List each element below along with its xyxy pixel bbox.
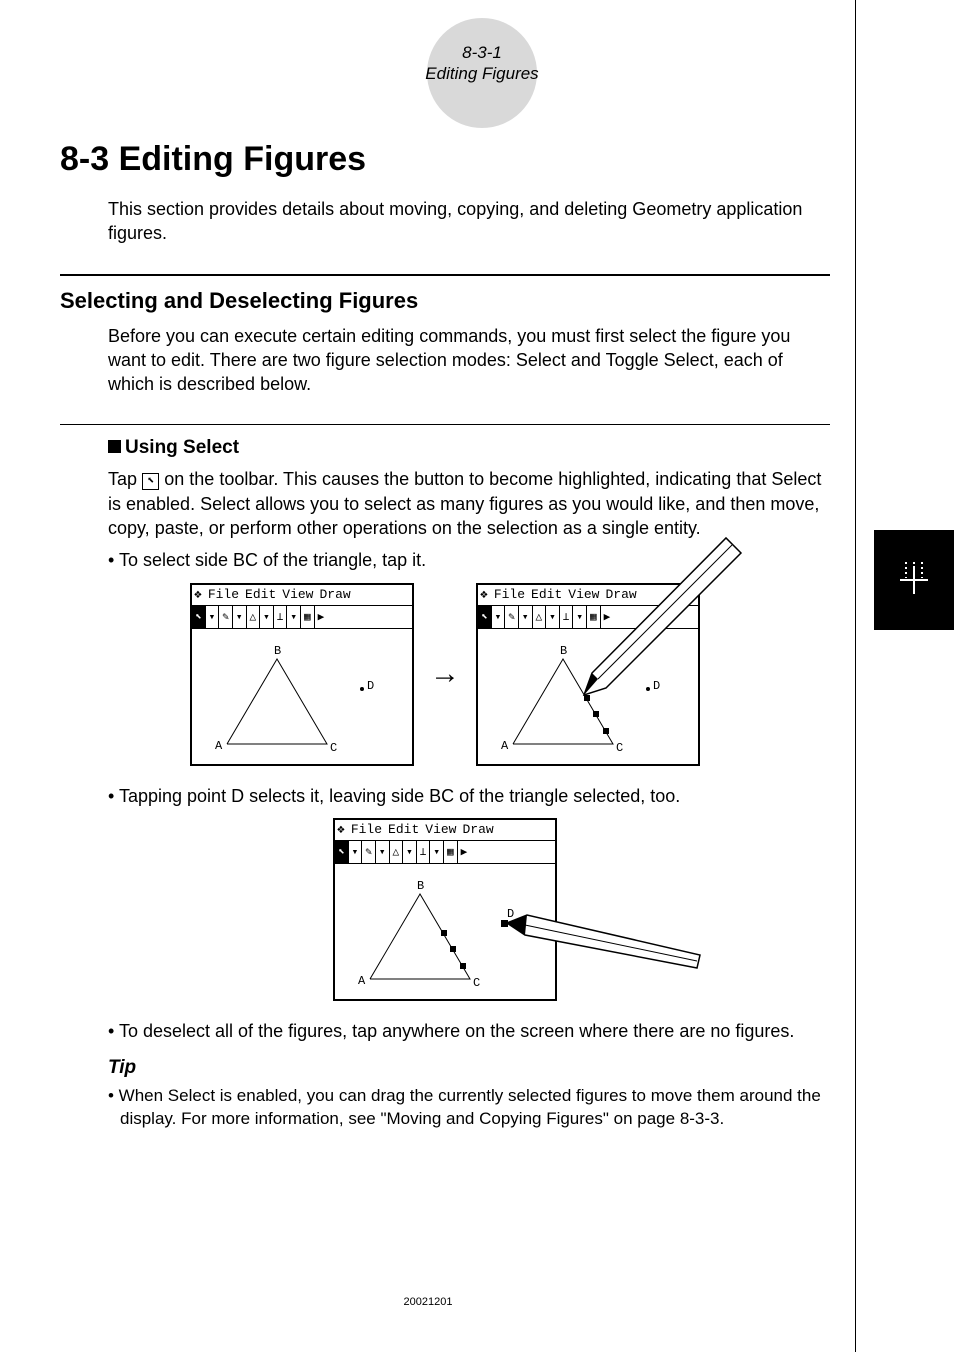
tool-grid: ▦ (301, 606, 315, 628)
tool-dd2: ▾ (233, 606, 247, 628)
rule-thin (60, 424, 830, 425)
select-tool-icon: ⬉ (142, 473, 159, 490)
tool-dd3: ▾ (260, 606, 274, 628)
heading-2: Selecting and Deselecting Figures (60, 288, 830, 314)
menu-file: File (351, 822, 382, 837)
rule-thick (60, 274, 830, 276)
using-select-body: Tap ⬉ on the toolbar. This causes the bu… (108, 467, 830, 540)
svg-text:B: B (417, 879, 424, 893)
tool-select: ⬉ (192, 606, 206, 628)
menu-view: View (282, 587, 313, 602)
tool-next: ▶ (315, 606, 328, 628)
menu-edit: Edit (245, 587, 276, 602)
menu-file: File (494, 587, 525, 602)
calc-menubar: ❖ File Edit View Draw (335, 820, 555, 841)
calc-menubar: ❖ File Edit View Draw (192, 585, 412, 606)
section-intro: Before you can execute certain editing c… (108, 324, 830, 397)
tool-dd4: ▾ (287, 606, 301, 628)
tool-select: ⬉ (478, 606, 492, 628)
calc-logo-icon: ❖ (337, 822, 345, 837)
page-header: 8-3-1 Editing Figures (60, 30, 904, 100)
subheading-using-select: Using Select (108, 437, 830, 459)
svg-text:B: B (560, 644, 567, 658)
calc-logo-icon: ❖ (194, 587, 202, 602)
svg-text:A: A (501, 739, 509, 753)
bullet-2: Tapping point D selects it, leaving side… (108, 784, 830, 808)
bullet-3: To deselect all of the figures, tap anyw… (108, 1019, 830, 1043)
tool-triangle: △ (247, 606, 261, 628)
figure-row-2: ❖ File Edit View Draw ⬉ ▾ ✎ ▾ △ ▾ ⊥ (60, 818, 830, 1001)
heading-1: 8-3 Editing Figures (60, 140, 830, 179)
header-page-title: Editing Figures (60, 63, 904, 84)
svg-text:A: A (358, 974, 366, 988)
svg-text:C: C (473, 976, 480, 990)
side-tab (874, 530, 954, 630)
menu-file: File (208, 587, 239, 602)
stylus-icon (576, 533, 746, 703)
calc-canvas-left: A B C D (192, 629, 412, 764)
tip-heading: Tip (108, 1057, 830, 1079)
label-A: A (215, 739, 223, 753)
figure-row-1: ❖ File Edit View Draw ⬉ ▾ ✎ ▾ △ ▾ ⊥ ▾ ▦ … (60, 583, 830, 766)
calc-toolbar: ⬉ ▾ ✎ ▾ △ ▾ ⊥ ▾ ▦ ▶ (192, 606, 412, 629)
calc-toolbar: ⬉ ▾ ✎ ▾ △ ▾ ⊥ ▾ ▦ ▶ (335, 841, 555, 864)
menu-draw: Draw (319, 587, 350, 602)
arrow-right-icon: → (430, 657, 460, 691)
menu-edit: Edit (388, 822, 419, 837)
calc-logo-icon: ❖ (480, 587, 488, 602)
svg-text:C: C (616, 741, 623, 755)
right-margin-rule (855, 0, 856, 1352)
intro-paragraph: This section provides details about movi… (108, 197, 830, 246)
menu-view: View (425, 822, 456, 837)
stylus-icon (505, 913, 705, 993)
black-square-icon (108, 440, 121, 453)
menu-edit: Edit (531, 587, 562, 602)
header-page-ref: 8-3-1 (60, 42, 904, 63)
label-D: D (367, 679, 374, 693)
footer-date: 20021201 (0, 1296, 856, 1308)
tool-perp: ⊥ (274, 606, 288, 628)
menu-draw: Draw (462, 822, 493, 837)
tool-dd1: ▾ (206, 606, 220, 628)
tip-body: • When Select is enabled, you can drag t… (108, 1085, 830, 1131)
label-C: C (330, 741, 337, 755)
label-B: B (274, 644, 281, 658)
calc-screen-left: ❖ File Edit View Draw ⬉ ▾ ✎ ▾ △ ▾ ⊥ ▾ ▦ … (190, 583, 414, 766)
tool-pen: ✎ (219, 606, 233, 628)
